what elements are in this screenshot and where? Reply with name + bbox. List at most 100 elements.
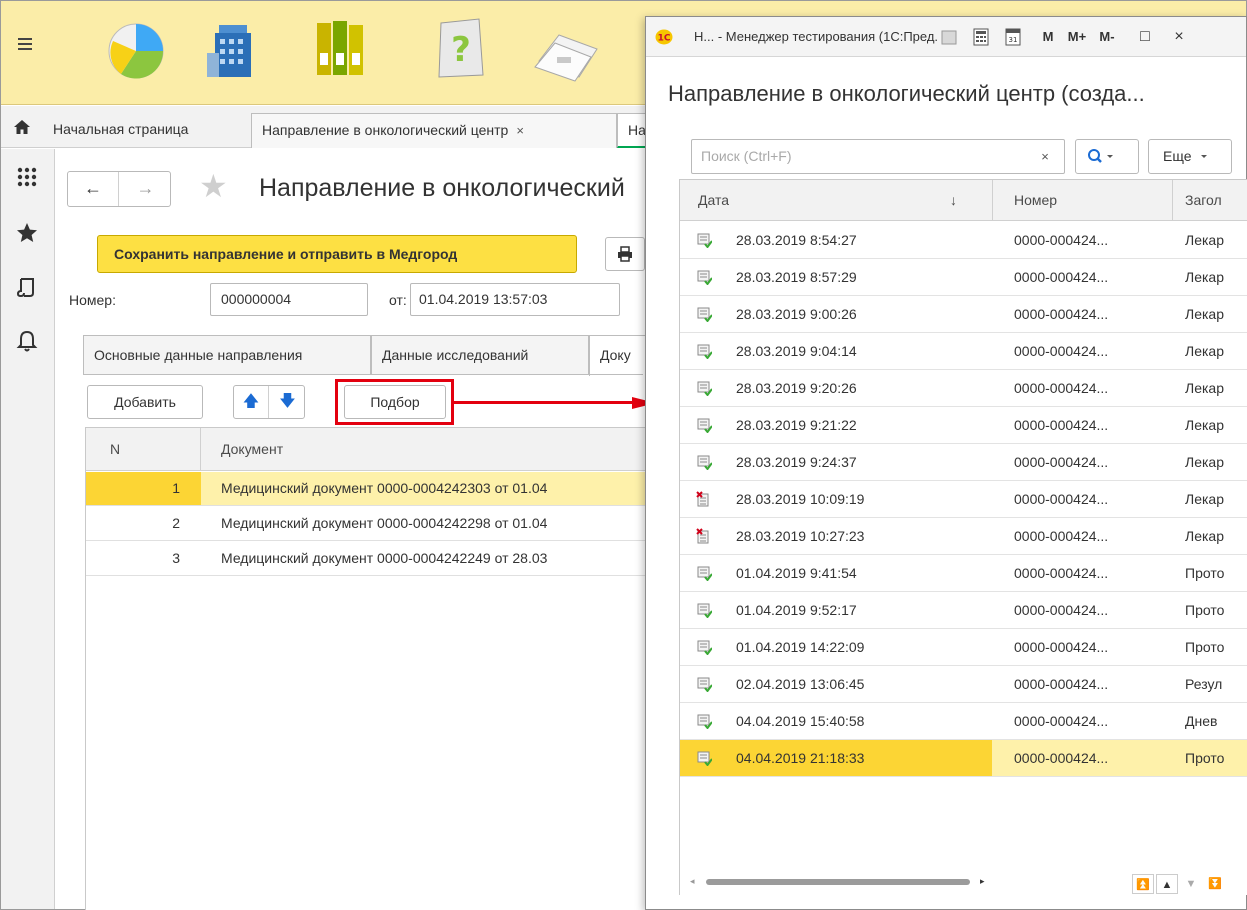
scrollbar-thumb[interactable]: [706, 879, 970, 885]
cell-title: Лекар: [1185, 528, 1224, 544]
cell-number: 0000-000424...: [1014, 639, 1109, 655]
documents-table: N Документ 1 Медицинский документ 0000-0…: [85, 427, 645, 910]
tab-referral[interactable]: Направление в онкологический центр ×: [251, 113, 617, 148]
column-header-number[interactable]: Номер: [1014, 180, 1057, 221]
forward-arrow-icon[interactable]: →: [120, 172, 171, 206]
column-header-title[interactable]: Загол: [1185, 180, 1247, 221]
side-panel: [1, 149, 55, 909]
document-deleted-icon: [696, 491, 709, 507]
list-item[interactable]: 28.03.2019 8:54:27 0000-000424... Лекар: [680, 222, 1247, 259]
window-titlebar: 1C Н... - Менеджер тестирования (1С:Пред…: [646, 17, 1246, 57]
cell-title: Лекар: [1185, 380, 1224, 396]
number-field[interactable]: 000000004: [210, 283, 368, 316]
calculator-icon[interactable]: [970, 25, 992, 49]
svg-text:1C: 1C: [658, 34, 671, 44]
list-item[interactable]: 28.03.2019 9:00:26 0000-000424... Лекар: [680, 296, 1247, 333]
history-icon[interactable]: [15, 275, 39, 299]
list-item[interactable]: 01.04.2019 9:41:54 0000-000424... Прото: [680, 555, 1247, 592]
move-down-icon[interactable]: 🡇: [270, 386, 305, 418]
row-number: 2: [172, 515, 180, 531]
cell-number: 0000-000424...: [1014, 269, 1109, 285]
column-header-n[interactable]: N: [110, 428, 120, 471]
list-item[interactable]: 28.03.2019 9:20:26 0000-000424... Лекар: [680, 370, 1247, 407]
scroll-last-icon[interactable]: ⏬: [1204, 874, 1226, 894]
binders-icon[interactable]: [307, 13, 377, 83]
memory-button[interactable]: M: [1038, 25, 1058, 49]
tab-research-data[interactable]: Данные исследований: [371, 335, 589, 375]
document-posted-icon: [697, 344, 712, 359]
list-item[interactable]: 02.04.2019 13:06:45 0000-000424... Резул: [680, 666, 1247, 703]
list-item[interactable]: 28.03.2019 10:27:23 0000-000424... Лекар: [680, 518, 1247, 555]
building-icon[interactable]: [201, 13, 271, 83]
documents-list: Дата ↓ Номер Загол 28.03.2019 8:54:27 000…: [679, 179, 1247, 895]
cell-title: Резул: [1185, 676, 1223, 692]
tab-main-data[interactable]: Основные данные направления: [83, 335, 371, 375]
search-button[interactable]: [1075, 139, 1139, 174]
list-item[interactable]: 04.04.2019 21:18:33 0000-000424... Прото: [680, 740, 1247, 777]
scroll-right-icon[interactable]: ▸: [980, 876, 985, 887]
favorite-star-icon[interactable]: ★: [199, 167, 228, 205]
favorites-star-icon[interactable]: [15, 221, 39, 245]
tab-documents[interactable]: Доку: [589, 335, 647, 376]
clear-search-icon[interactable]: ×: [1032, 143, 1058, 170]
document-posted-icon: [697, 418, 712, 433]
tab-label: Начальная страница: [53, 121, 189, 137]
list-item[interactable]: 28.03.2019 9:04:14 0000-000424... Лекар: [680, 333, 1247, 370]
search-input[interactable]: Поиск (Ctrl+F): [691, 139, 1065, 174]
list-item[interactable]: 28.03.2019 9:24:37 0000-000424... Лекар: [680, 444, 1247, 481]
document-posted-icon: [697, 455, 712, 470]
tab-home[interactable]: Начальная страница: [43, 113, 241, 148]
list-item[interactable]: 01.04.2019 9:52:17 0000-000424... Прото: [680, 592, 1247, 629]
list-header: Дата ↓ Номер Загол: [680, 180, 1247, 221]
horizontal-scrollbar[interactable]: ◂ ▸ ⏫ ▲ ▼ ⏬: [680, 866, 1247, 895]
sort-desc-icon[interactable]: ↓: [950, 180, 957, 221]
add-button[interactable]: Добавить: [87, 385, 203, 419]
table-row[interactable]: 1 Медицинский документ 0000-0004242303 о…: [86, 472, 645, 506]
list-item[interactable]: 28.03.2019 9:21:22 0000-000424... Лекар: [680, 407, 1247, 444]
save-icon[interactable]: [938, 25, 960, 49]
cell-date: 04.04.2019 15:40:58: [736, 713, 865, 729]
table-row[interactable]: 2 Медицинский документ 0000-0004242298 о…: [86, 507, 645, 541]
row-document: Медицинский документ 0000-0004242249 от …: [221, 550, 548, 566]
pie-chart-icon[interactable]: [101, 13, 171, 83]
list-item[interactable]: 04.04.2019 15:40:58 0000-000424... Днев: [680, 703, 1247, 740]
scroll-down-icon[interactable]: ▼: [1180, 874, 1202, 894]
cell-number: 0000-000424...: [1014, 676, 1109, 692]
print-button[interactable]: [605, 237, 645, 271]
cell-title: Лекар: [1185, 232, 1224, 248]
date-field[interactable]: 01.04.2019 13:57:03: [410, 283, 620, 316]
memory-plus-button[interactable]: M+: [1064, 25, 1090, 49]
memory-minus-button[interactable]: M-: [1094, 25, 1120, 49]
restore-icon[interactable]: □: [1134, 25, 1156, 49]
documents-icon[interactable]: [531, 13, 601, 83]
scroll-left-icon[interactable]: ◂: [690, 876, 695, 887]
home-icon[interactable]: [13, 118, 31, 136]
column-header-document[interactable]: Документ: [221, 428, 283, 471]
scroll-first-icon[interactable]: ⏫: [1132, 874, 1154, 894]
list-item[interactable]: 28.03.2019 10:09:19 0000-000424... Лекар: [680, 481, 1247, 518]
sections-grid-icon[interactable]: [15, 165, 39, 189]
column-header-date[interactable]: Дата: [698, 180, 729, 221]
notifications-bell-icon[interactable]: [15, 329, 39, 353]
cell-title: Прото: [1185, 565, 1225, 581]
cell-date: 28.03.2019 9:20:26: [736, 380, 857, 396]
page-title: Направление в онкологический: [259, 174, 625, 202]
close-icon[interactable]: ×: [516, 123, 524, 138]
save-and-send-button[interactable]: Сохранить направление и отправить в Медг…: [97, 235, 577, 273]
main-menu-icon[interactable]: [13, 35, 39, 63]
scroll-up-icon[interactable]: ▲: [1156, 874, 1178, 894]
help-question-icon[interactable]: ?: [425, 13, 495, 83]
cell-date: 28.03.2019 9:04:14: [736, 343, 857, 359]
more-menu-button[interactable]: Еще: [1148, 139, 1232, 174]
svg-text:31: 31: [1009, 36, 1018, 44]
pick-button[interactable]: Подбор: [344, 385, 446, 419]
list-item[interactable]: 28.03.2019 8:57:29 0000-000424... Лекар: [680, 259, 1247, 296]
back-arrow-icon[interactable]: ←: [68, 172, 119, 206]
move-up-icon[interactable]: 🡅: [234, 386, 269, 418]
calendar-icon[interactable]: 31: [1002, 25, 1024, 49]
list-item[interactable]: 01.04.2019 14:22:09 0000-000424... Прото: [680, 629, 1247, 666]
close-icon[interactable]: ×: [1168, 25, 1190, 49]
table-row[interactable]: 3 Медицинский документ 0000-0004242249 о…: [86, 542, 645, 576]
cell-date: 28.03.2019 8:57:29: [736, 269, 857, 285]
tab-label: Направление в онкологический центр: [262, 122, 509, 138]
